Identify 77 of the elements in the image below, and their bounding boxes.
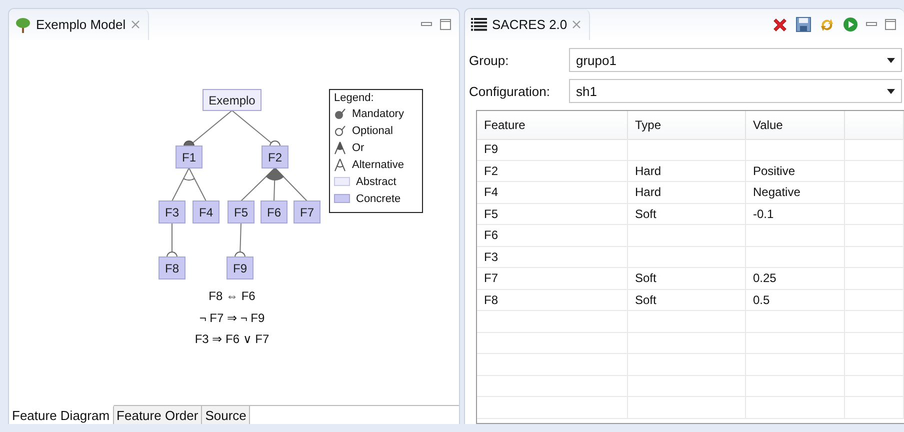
legend-title: Legend: [334,92,375,105]
close-icon[interactable] [130,20,140,29]
constraint-text: F8 ⇔ F6 [208,289,256,303]
editor-tab[interactable]: Exemplo Model [9,9,149,40]
table-cell: F6 [477,225,628,246]
view-tab[interactable]: SACRES 2.0 [465,9,590,40]
constraint-text: ¬ F7 ⇒ ¬ F9 [198,310,266,324]
alternative-legend-icon [334,158,346,172]
table-cell: Soft [628,204,746,225]
table-cell: F5 [477,204,628,225]
feature-node[interactable]: F1 [176,146,202,168]
optional-legend-icon [334,124,346,136]
column-header[interactable]: Feature [477,111,628,140]
caret-icon [887,58,895,62]
column-header[interactable]: Value [746,111,845,140]
table-cell: Positive [746,160,845,182]
feature-node[interactable]: F3 [158,200,186,224]
table-cell [845,139,904,160]
table-cell: 0.5 [746,290,845,311]
tab-title: SACRES 2.0 [492,17,568,32]
legend-label: Concrete [356,192,401,204]
table-cell: F3 [477,246,628,268]
table-cell: 0.25 [746,268,845,290]
table-cell: Soft [628,290,746,311]
feature-node[interactable]: F6 [260,200,288,224]
or-legend-icon [334,140,346,154]
close-icon[interactable] [572,20,582,29]
dropdown-value: grupo1 [576,52,616,68]
legend-label: Alternative [352,158,404,170]
minimize-icon[interactable] [421,22,432,27]
table-cell: -0.1 [746,204,845,225]
table-cell: F4 [477,182,628,204]
maximize-icon[interactable] [440,19,451,30]
mandatory-legend-icon [334,108,346,120]
feature-node[interactable]: F5 [228,200,254,224]
legend-label: Abstract [356,176,396,188]
delete-icon[interactable] [772,16,788,32]
configuration-dropdown[interactable]: sh1 [569,79,902,103]
table-cell: Hard [628,182,746,204]
dropdown-value: sh1 [576,84,597,98]
tab-title: Exemplo Model [36,17,126,32]
feature-node[interactable]: Exemplo [202,89,262,111]
legend-label: Mandatory [352,108,404,120]
sync-icon[interactable] [819,16,835,32]
page-tab[interactable]: Feature Diagram [9,405,114,424]
connector-line [172,168,190,202]
tree-icon [15,16,31,32]
table-cell: Negative [746,182,845,204]
concrete-legend-icon [334,194,350,203]
feature-node[interactable]: F2 [262,146,288,168]
abstract-legend-icon [334,177,350,186]
field-label: Group: [469,52,510,68]
page-tab[interactable]: Feature Order [114,406,202,424]
caret-icon [887,88,895,94]
table-cell: F7 [477,268,628,290]
table-cell: Hard [628,160,746,182]
page-tab[interactable]: Source [202,406,250,424]
table-cell: F2 [477,160,628,182]
group-dropdown[interactable]: grupo1 [569,48,902,72]
feature-node[interactable]: F9 [226,256,254,280]
save-icon[interactable] [796,17,811,32]
constraint-text: F3 ⇒ F6 ∨ F7 [194,332,270,346]
feature-node[interactable]: F8 [158,256,186,280]
maximize-icon[interactable] [885,19,896,30]
minimize-icon[interactable] [866,22,877,27]
table-cell: F8 [477,290,628,311]
list-icon [471,18,487,31]
feature-node[interactable]: F7 [294,200,320,224]
connector-line [188,168,206,202]
field-label: Configuration: [469,84,551,98]
column-header[interactable]: Type [628,111,746,140]
legend-label: Or [352,142,364,154]
legend-label: Optional [352,124,393,136]
table-cell: F9 [477,139,628,160]
run-icon[interactable] [843,17,858,32]
table-cell: Soft [628,268,746,290]
feature-node[interactable]: F4 [192,200,220,224]
